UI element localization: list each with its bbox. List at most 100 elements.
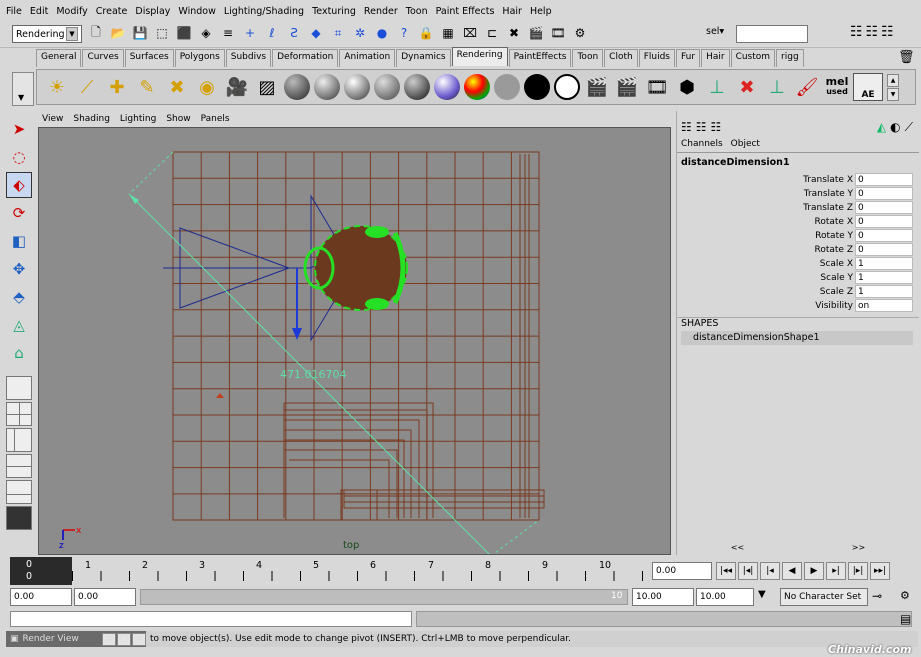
panel-menu-shading[interactable]: Shading xyxy=(73,114,110,124)
shelf-scroll-down-icon[interactable]: ▼ xyxy=(887,87,899,101)
render-view-icon[interactable]: 🎬 xyxy=(583,73,611,101)
manip-toggle-icon[interactable]: ◭ xyxy=(877,120,886,134)
snap-grid-icon[interactable]: ⌧ xyxy=(462,25,478,41)
tool-settings-toggle-icon[interactable]: ☷ xyxy=(866,24,879,40)
tab-rigg[interactable]: rigg xyxy=(776,49,804,67)
step-forward-frame-icon[interactable]: ▸| xyxy=(826,562,846,580)
dynamics-mask-icon[interactable]: ✲ xyxy=(352,25,368,41)
tab-custom[interactable]: Custom xyxy=(730,49,776,67)
scroll-left-button[interactable]: << xyxy=(731,543,744,555)
attr-translate-z[interactable]: Translate Z0 xyxy=(677,201,915,215)
menu-render[interactable]: Render xyxy=(364,6,398,17)
step-back-key-icon[interactable]: |◂| xyxy=(738,562,758,580)
object-menu[interactable]: Object xyxy=(731,139,760,152)
tab-surfaces[interactable]: Surfaces xyxy=(124,49,174,67)
ramp-material-icon[interactable] xyxy=(463,73,491,101)
shading-map-icon[interactable] xyxy=(553,73,581,101)
light-linking-icon[interactable]: ⊥ xyxy=(703,73,731,101)
hyper-toggle-icon[interactable]: ⟋ xyxy=(905,120,913,135)
open-scene-icon[interactable]: 📂 xyxy=(110,25,126,41)
hypershade-icon[interactable]: ▨ xyxy=(253,73,281,101)
tab-hair[interactable]: Hair xyxy=(701,49,730,67)
menu-modify[interactable]: Modify xyxy=(56,6,87,17)
four-pane-layout-icon[interactable] xyxy=(6,402,32,426)
attr-value[interactable]: 0 xyxy=(855,229,913,242)
speed-toggle-icon[interactable]: ◐ xyxy=(890,120,900,134)
step-forward-key-icon[interactable]: |▸| xyxy=(848,562,868,580)
use-background-icon[interactable] xyxy=(523,73,551,101)
snap-point-icon[interactable]: ✖ xyxy=(506,25,522,41)
phonge-material-icon[interactable] xyxy=(373,73,401,101)
hypershade-layout-icon[interactable] xyxy=(6,480,32,504)
char-set-dropdown-icon[interactable]: ▼ xyxy=(758,589,766,600)
select-component-icon[interactable]: ◈ xyxy=(198,25,214,41)
object-name[interactable]: distanceDimension1 xyxy=(677,157,919,171)
tab-painteffects[interactable]: PaintEffects xyxy=(508,49,572,67)
select-hierarchy-icon[interactable]: ⬚ xyxy=(154,25,170,41)
hypershade-window-icon[interactable]: ⬢ xyxy=(673,73,701,101)
tab-subdivs[interactable]: Subdivs xyxy=(225,49,272,67)
close-icon[interactable]: ✕ xyxy=(132,632,146,646)
last-tool-icon[interactable]: ⌂ xyxy=(6,340,32,366)
select-tool-icon[interactable]: ➤ xyxy=(6,116,32,142)
snap-curve-icon[interactable]: ⊏ xyxy=(484,25,500,41)
attr-visibility[interactable]: Visibility on xyxy=(677,299,915,313)
play-backward-icon[interactable]: ◀ xyxy=(782,562,802,580)
attr-scale-x[interactable]: Scale X1 xyxy=(677,257,915,271)
maximize-icon[interactable]: □ xyxy=(117,632,131,646)
attr-scale-y[interactable]: Scale Y1 xyxy=(677,271,915,285)
attr-value[interactable]: 0 xyxy=(855,215,913,228)
restore-icon[interactable]: ⧉ xyxy=(102,632,116,646)
lasso-tool-icon[interactable]: ◌ xyxy=(6,144,32,170)
attribute-editor-shelf-button[interactable]: AE xyxy=(853,73,883,101)
ambient-light-icon[interactable]: ☀ xyxy=(43,73,71,101)
attr-value[interactable]: 0 xyxy=(855,187,913,200)
universal-manip-icon[interactable]: ✥ xyxy=(6,256,32,282)
tab-polygons[interactable]: Polygons xyxy=(174,49,225,67)
ipr-render-icon[interactable]: 🎞 xyxy=(550,25,566,41)
joint-mask-icon[interactable]: ℓ xyxy=(264,25,280,41)
auto-key-icon[interactable]: ⊸ xyxy=(872,589,882,603)
panel-menu-show[interactable]: Show xyxy=(166,114,190,124)
camera-icon[interactable]: 🎥 xyxy=(223,73,251,101)
attr-value[interactable]: 0 xyxy=(855,173,913,186)
shelf-scroll-up-icon[interactable]: ▲ xyxy=(887,73,899,87)
attr-value[interactable]: 1 xyxy=(855,271,913,284)
start-time-field[interactable]: 0.00 xyxy=(10,588,72,606)
render-view-taskbar[interactable]: ▣ Render View ⧉ □ ✕ xyxy=(6,631,146,647)
current-time-field[interactable]: 0.00 xyxy=(652,562,712,580)
tab-general[interactable]: General xyxy=(36,49,82,67)
highlight-icon[interactable]: ▦ xyxy=(440,25,456,41)
scroll-right-button[interactable]: >> xyxy=(852,543,865,555)
curve-mask-icon[interactable]: Ƨ xyxy=(286,25,302,41)
panel-menu-panels[interactable]: Panels xyxy=(201,114,230,124)
menu-toon[interactable]: Toon xyxy=(406,6,428,17)
single-pane-layout-icon[interactable] xyxy=(6,376,32,400)
layer-editor-mode-icon[interactable]: ☷ xyxy=(696,120,707,134)
save-scene-icon[interactable]: 💾 xyxy=(132,25,148,41)
end-time-field[interactable]: 10.00 xyxy=(696,588,754,606)
make-light-links-icon[interactable]: ⊥ xyxy=(763,73,791,101)
paint-brush-icon[interactable]: 🖌 xyxy=(793,73,821,101)
move-tool-icon[interactable]: ⬖ xyxy=(6,172,32,198)
tab-fur[interactable]: Fur xyxy=(675,49,701,67)
anisotropic-material-icon[interactable] xyxy=(403,73,431,101)
anim-end-field[interactable]: 10.00 xyxy=(632,588,694,606)
attr-translate-x[interactable]: Translate X0 xyxy=(677,173,915,187)
scale-tool-icon[interactable]: ◧ xyxy=(6,228,32,254)
menu-window[interactable]: Window xyxy=(178,6,215,17)
blinn-material-icon[interactable] xyxy=(313,73,341,101)
attr-translate-y[interactable]: Translate Y0 xyxy=(677,187,915,201)
menu-file[interactable]: File xyxy=(6,6,22,17)
tab-rendering[interactable]: Rendering xyxy=(451,47,508,66)
break-light-links-icon[interactable]: ✖ xyxy=(733,73,761,101)
combined-mode-icon[interactable]: ☷ xyxy=(711,120,722,134)
channel-box-mode-icon[interactable]: ☷ xyxy=(681,120,692,134)
lock-icon[interactable]: 🔒 xyxy=(418,25,434,41)
menu-create[interactable]: Create xyxy=(96,6,128,17)
mel-script-icon[interactable]: mel used xyxy=(823,73,851,101)
misc-mask-icon[interactable]: ? xyxy=(396,25,412,41)
tab-deformation[interactable]: Deformation xyxy=(272,49,339,67)
go-to-start-icon[interactable]: |◂◂ xyxy=(716,562,736,580)
tab-dynamics[interactable]: Dynamics xyxy=(396,49,451,67)
